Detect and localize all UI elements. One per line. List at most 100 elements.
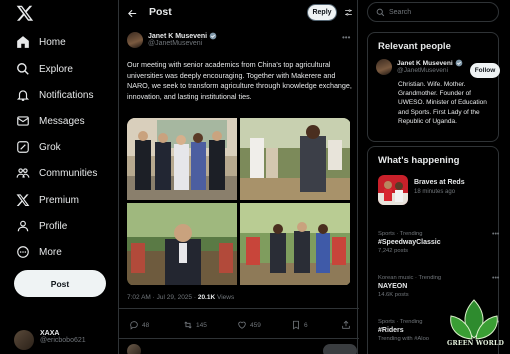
reply-submit-button[interactable] — [323, 344, 357, 354]
post-photo-1[interactable] — [127, 118, 237, 200]
page-title: Post — [149, 6, 172, 18]
nav-label-messages: Messages — [39, 115, 85, 127]
nav-item-messages[interactable]: Messages — [16, 112, 85, 130]
relevant-person-bio: Christian. Wife. Mother. Grandmother. Fo… — [398, 81, 487, 125]
like-action[interactable]: 459 — [237, 320, 261, 330]
trend-context: Korean music · Trending — [378, 275, 442, 281]
watermark-text: GREEN WORLD — [447, 340, 505, 347]
more-options-icon[interactable]: ••• — [492, 275, 499, 282]
nav-label-grok: Grok — [39, 141, 61, 153]
post-time[interactable]: 7:02 AM · Jul 29, 2025 · — [127, 294, 198, 301]
nav-item-explore[interactable]: Explore — [16, 60, 73, 78]
repost-count: 145 — [196, 321, 207, 329]
account-name: XAXA — [40, 330, 60, 337]
trend-posts: 7,242 posts — [378, 248, 408, 254]
nav-item-premium[interactable]: Premium — [16, 191, 79, 209]
post-photo-4[interactable] — [240, 203, 350, 285]
post-actions: 48 145 459 6 — [127, 320, 353, 332]
relevant-person-handle[interactable]: @JanetMuseveni — [397, 67, 463, 74]
trend-posts: 14.6K posts — [378, 292, 409, 298]
verified-badge-icon — [209, 32, 217, 40]
event-title[interactable]: Braves at Reds — [414, 179, 465, 186]
trend-name: NAYEON — [378, 283, 408, 290]
like-count: 459 — [250, 321, 261, 329]
post-photo-2[interactable] — [240, 118, 350, 200]
nav-item-notifications[interactable]: Notifications — [16, 86, 93, 104]
trend-context: Sports · Trending — [378, 231, 423, 237]
relevant-person-name[interactable]: Janet K Museveni — [397, 60, 453, 67]
avatar — [127, 344, 141, 354]
repost-icon — [184, 321, 192, 329]
post-timestamp: 7:02 AM · Jul 29, 2025 · 20.1K Views — [127, 294, 234, 301]
filter-icon[interactable] — [344, 8, 353, 17]
share-icon — [342, 320, 350, 329]
nav-label-profile: Profile — [39, 220, 68, 232]
post-text: Our meeting with senior academics from C… — [127, 60, 352, 101]
post-views-label: Views — [215, 294, 235, 301]
grok-icon — [17, 141, 29, 153]
whats-happening-title: What's happening — [378, 155, 460, 166]
divider — [119, 338, 359, 339]
relevant-people-panel: Relevant people Janet K Museveni @JanetM… — [367, 32, 500, 142]
share-action[interactable] — [341, 320, 354, 330]
reply-button[interactable]: Reply — [307, 4, 337, 21]
more-options-icon[interactable]: ••• — [492, 231, 499, 238]
avatar[interactable] — [376, 59, 392, 75]
repost-action[interactable]: 145 — [183, 320, 207, 330]
reply-count: 48 — [142, 321, 150, 329]
bookmark-icon — [293, 320, 299, 330]
reply-composer[interactable] — [127, 344, 357, 354]
right-sidebar: Search Relevant people Janet K Museveni … — [365, 0, 510, 354]
trend-name: #Riders — [378, 327, 404, 334]
nav-item-grok[interactable]: Grok — [16, 138, 61, 156]
post-media-grid — [127, 118, 351, 286]
mail-icon — [17, 116, 29, 126]
nav-item-more[interactable]: More — [16, 243, 62, 261]
trend-name: #SpeedwayClassic — [378, 239, 441, 246]
trend-posts: Trending with #Aloo — [378, 336, 430, 342]
back-arrow-icon[interactable] — [127, 8, 138, 19]
nav-item-home[interactable]: Home — [16, 33, 66, 51]
author-avatar[interactable] — [127, 32, 143, 48]
green-world-watermark: GREEN WORLD — [443, 298, 505, 354]
trend-item[interactable]: Korean music · Trending NAYEON 14.6K pos… — [378, 275, 499, 298]
nav-label-explore: Explore — [39, 63, 73, 75]
trend-item[interactable]: Sports · Trending #SpeedwayClassic 7,242… — [378, 231, 499, 254]
nav-label-premium: Premium — [39, 194, 80, 206]
event-thumbnail[interactable] — [378, 175, 408, 205]
x-logo-icon[interactable] — [16, 4, 34, 22]
search-icon — [376, 8, 385, 16]
search-icon — [17, 63, 29, 75]
trend-context: Sports · Trending — [378, 319, 423, 325]
post-author[interactable]: Janet K Museveni @JanetMuseveni — [127, 32, 217, 48]
search-placeholder: Search — [389, 8, 412, 16]
author-handle[interactable]: @JanetMuseveni — [148, 40, 217, 47]
event-time: 18 minutes ago — [414, 189, 456, 195]
bookmark-action[interactable]: 6 — [291, 320, 308, 330]
bookmark-count: 6 — [304, 321, 308, 329]
nav-item-profile[interactable]: Profile — [16, 217, 67, 235]
trend-item[interactable]: Sports · Trending #Riders Trending with … — [378, 319, 499, 342]
follow-button[interactable]: Follow — [470, 63, 500, 78]
more-options-icon[interactable]: ••• — [342, 33, 350, 42]
account-switcher[interactable]: XAXA @ericbobo621 — [14, 330, 86, 350]
verified-badge-icon — [455, 59, 463, 67]
left-navigation: Home Explore Notifications Messages Grok… — [0, 0, 118, 354]
home-icon — [17, 36, 29, 48]
post-detail-column: Post Reply Janet K Museveni @JanetMuseve… — [118, 0, 359, 354]
relevant-people-title: Relevant people — [378, 41, 451, 52]
reply-action[interactable]: 48 — [129, 320, 149, 330]
post-photo-3[interactable] — [127, 203, 237, 285]
person-icon — [17, 220, 29, 232]
avatar — [14, 330, 34, 350]
nav-label-more: More — [39, 246, 62, 258]
x-logo-icon — [16, 194, 30, 207]
divider — [119, 308, 359, 309]
leaf-logo-icon — [450, 299, 498, 340]
author-name[interactable]: Janet K Museveni — [148, 33, 207, 40]
account-handle: @ericbobo621 — [40, 337, 86, 344]
compose-post-button[interactable]: Post — [14, 270, 106, 297]
nav-item-communities[interactable]: Communities — [16, 164, 97, 182]
search-input[interactable]: Search — [367, 2, 499, 22]
post-views-count: 20.1K — [197, 294, 216, 301]
